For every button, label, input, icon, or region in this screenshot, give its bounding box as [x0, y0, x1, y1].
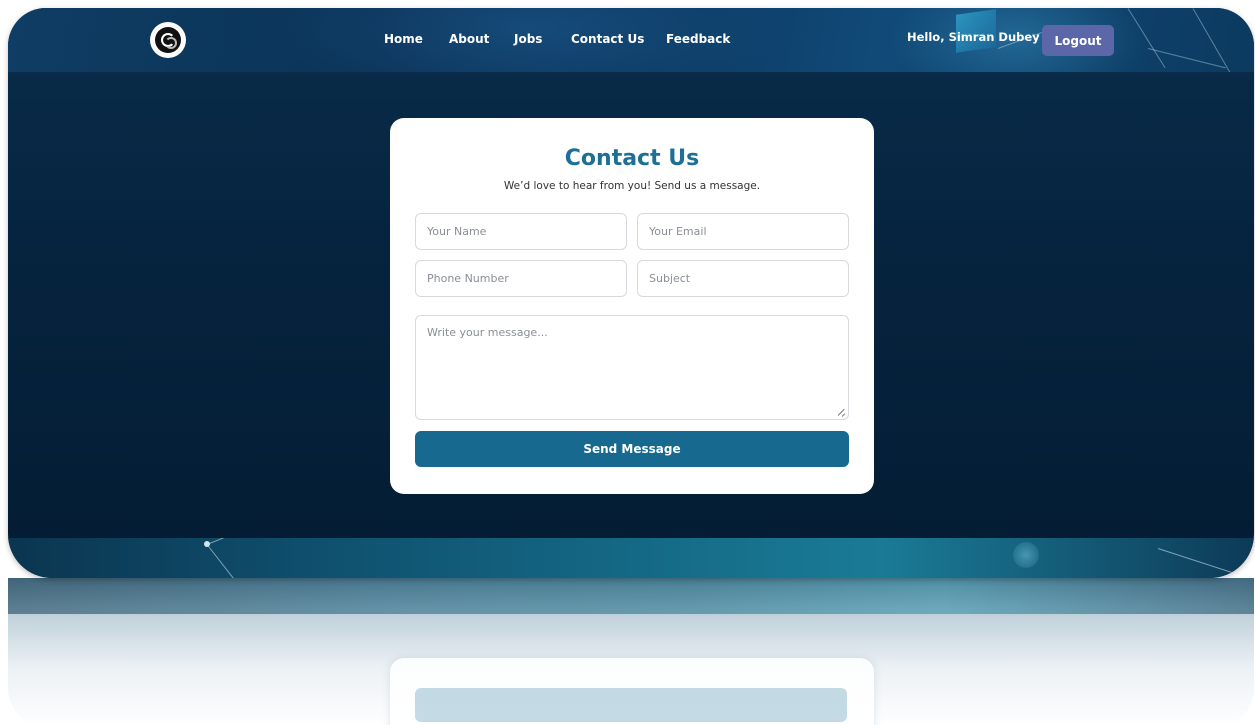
- logo-icon[interactable]: [150, 22, 186, 58]
- screen: Home About Jobs Contact Us Feedback Hell…: [0, 0, 1255, 725]
- decorative-line: [1157, 548, 1254, 578]
- nav-link-jobs[interactable]: Jobs: [514, 32, 542, 46]
- phone-input[interactable]: [415, 260, 627, 297]
- reflection-button: [415, 688, 847, 722]
- footer-band: [8, 538, 1254, 578]
- email-input[interactable]: [637, 213, 849, 250]
- decorative-line: [206, 544, 237, 578]
- user-greeting: Hello, Simran Dubey: [907, 30, 1040, 44]
- nav-link-contact-us[interactable]: Contact Us: [571, 32, 644, 46]
- logout-button[interactable]: Logout: [1042, 25, 1114, 56]
- nav-link-about[interactable]: About: [449, 32, 489, 46]
- app-window: Home About Jobs Contact Us Feedback Hell…: [8, 8, 1254, 578]
- decorative-glow: [1013, 542, 1039, 568]
- send-message-button[interactable]: Send Message: [415, 431, 849, 467]
- page-title: Contact Us: [564, 146, 700, 171]
- window-reflection: [8, 578, 1254, 725]
- name-input[interactable]: [415, 213, 627, 250]
- nav-link-home[interactable]: Home: [384, 32, 423, 46]
- navbar: Home About Jobs Contact Us Feedback Hell…: [8, 8, 1254, 72]
- decorative-line: [1192, 8, 1231, 72]
- subject-input[interactable]: [637, 260, 849, 297]
- textarea-resize-icon[interactable]: [838, 409, 846, 417]
- logo-mark: [155, 27, 181, 53]
- page-subtitle: We’d love to hear from you! Send us a me…: [503, 180, 761, 192]
- contact-form-card: Contact Us We’d love to hear from you! S…: [390, 118, 874, 494]
- message-textarea[interactable]: [415, 315, 849, 420]
- nav-link-feedback[interactable]: Feedback: [666, 32, 730, 46]
- reflection-band: [8, 578, 1254, 614]
- decorative-line: [206, 538, 245, 545]
